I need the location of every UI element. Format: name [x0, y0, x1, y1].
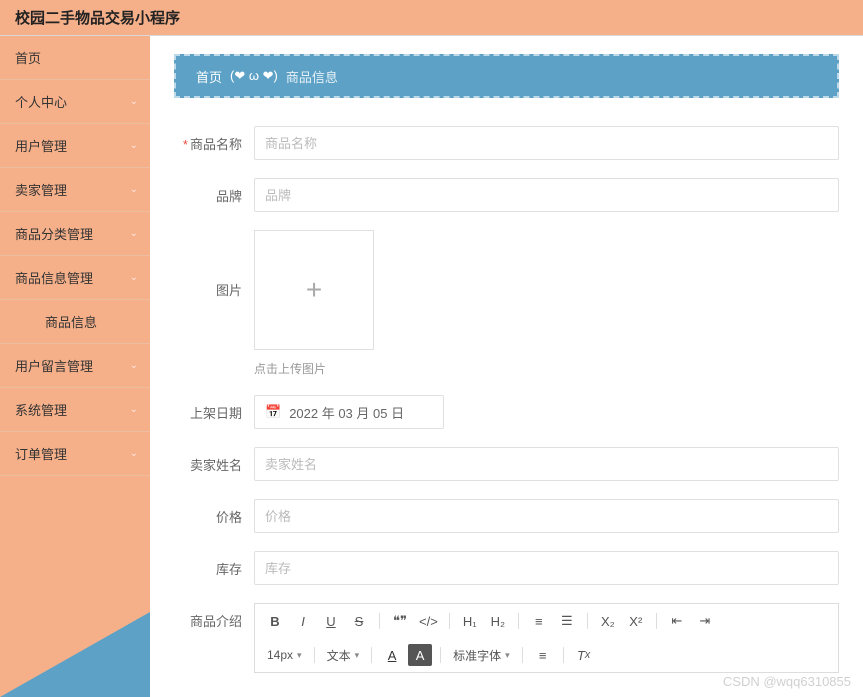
sidebar-item-system-mgmt[interactable]: 系统管理 ⌄	[0, 388, 150, 432]
form-row-stock: 库存	[174, 551, 839, 585]
sidebar-item-label: 商品分类管理	[15, 224, 93, 243]
form-row-image: 图片 + 点击上传图片	[174, 230, 839, 377]
name-input[interactable]	[254, 126, 839, 160]
app-title: 校园二手物品交易小程序	[15, 7, 180, 28]
sidebar-item-label: 订单管理	[15, 444, 67, 463]
sidebar-item-message-mgmt[interactable]: 用户留言管理 ⌄	[0, 344, 150, 388]
editor-toolbar: B I U S ❝❞ </> H₁ H₂ ≡ ☰ X₂ X²	[254, 603, 839, 673]
chevron-down-icon: ⌄	[130, 140, 138, 151]
label-intro: 商品介绍	[174, 603, 254, 630]
sidebar-item-home[interactable]: 首页	[0, 36, 150, 80]
align-left-button[interactable]: ≡	[531, 644, 555, 666]
chevron-down-icon: ⌄	[130, 360, 138, 371]
label-image: 图片	[174, 230, 254, 299]
separator	[563, 647, 564, 663]
label-stock: 库存	[174, 551, 254, 578]
sidebar-item-category-mgmt[interactable]: 商品分类管理 ⌄	[0, 212, 150, 256]
stock-input[interactable]	[254, 551, 839, 585]
sidebar-item-label: 商品信息管理	[15, 268, 93, 287]
breadcrumb: 首页 (❤ ω ❤) 商品信息	[174, 54, 839, 98]
indent-button[interactable]: ⇤	[665, 610, 689, 632]
sidebar-item-product-info[interactable]: 商品信息	[0, 300, 150, 344]
breadcrumb-emoji: (❤ ω ❤)	[230, 68, 278, 84]
sidebar-item-label: 用户留言管理	[15, 356, 93, 375]
plus-icon: +	[306, 274, 322, 306]
sidebar-item-label: 系统管理	[15, 400, 67, 419]
code-button[interactable]: </>	[416, 610, 441, 632]
unordered-list-button[interactable]: ☰	[555, 610, 579, 632]
label-name: *商品名称	[174, 126, 254, 153]
image-upload-box[interactable]: +	[254, 230, 374, 350]
sidebar-item-seller-mgmt[interactable]: 卖家管理 ⌄	[0, 168, 150, 212]
form-row-price: 价格	[174, 499, 839, 533]
italic-button[interactable]: I	[291, 610, 315, 632]
quote-button[interactable]: ❝❞	[388, 610, 412, 632]
chevron-down-icon: ⌄	[130, 448, 138, 459]
chevron-down-icon: ⌄	[130, 404, 138, 415]
font-family-select[interactable]: 标准字体▾	[449, 647, 514, 664]
sidebar: 首页 个人中心 ⌄ 用户管理 ⌄ 卖家管理 ⌄ 商品分类管理 ⌄ 商品信息管理 …	[0, 36, 150, 697]
outdent-button[interactable]: ⇥	[693, 610, 717, 632]
chevron-down-icon: ⌄	[130, 272, 138, 283]
fontsize-select[interactable]: 14px▾	[263, 648, 306, 662]
separator	[587, 613, 588, 629]
separator	[522, 647, 523, 663]
app-header: 校园二手物品交易小程序	[0, 0, 863, 36]
label-date: 上架日期	[174, 395, 254, 422]
separator	[518, 613, 519, 629]
bg-color-button[interactable]: A	[408, 644, 432, 666]
bold-button[interactable]: B	[263, 610, 287, 632]
strikethrough-button[interactable]: S	[347, 610, 371, 632]
date-value: 2022 年 03 月 05 日	[289, 403, 404, 422]
chevron-down-icon: ⌄	[130, 96, 138, 107]
ordered-list-button[interactable]: ≡	[527, 610, 551, 632]
sidebar-item-user-mgmt[interactable]: 用户管理 ⌄	[0, 124, 150, 168]
h1-button[interactable]: H₁	[458, 610, 482, 632]
underline-button[interactable]: U	[319, 610, 343, 632]
separator	[314, 647, 315, 663]
sidebar-decoration-triangle	[0, 612, 150, 697]
sidebar-item-label: 首页	[15, 48, 41, 67]
sidebar-item-label: 用户管理	[15, 136, 67, 155]
h2-button[interactable]: H₂	[486, 610, 510, 632]
form-row-seller: 卖家姓名	[174, 447, 839, 481]
sidebar-item-label: 商品信息	[45, 312, 97, 331]
label-seller: 卖家姓名	[174, 447, 254, 474]
label-brand: 品牌	[174, 178, 254, 205]
separator	[371, 647, 372, 663]
font-color-button[interactable]: A	[380, 644, 404, 666]
chevron-down-icon: ⌄	[130, 228, 138, 239]
form-row-name: *商品名称	[174, 126, 839, 160]
chevron-down-icon: ⌄	[130, 184, 138, 195]
sidebar-item-label: 个人中心	[15, 92, 67, 111]
separator	[440, 647, 441, 663]
subscript-button[interactable]: X₂	[596, 610, 620, 632]
label-price: 价格	[174, 499, 254, 526]
separator	[656, 613, 657, 629]
text-type-select[interactable]: 文本▾	[323, 647, 364, 664]
sidebar-item-product-info-mgmt[interactable]: 商品信息管理 ⌄	[0, 256, 150, 300]
separator	[449, 613, 450, 629]
superscript-button[interactable]: X²	[624, 610, 648, 632]
separator	[379, 613, 380, 629]
upload-hint: 点击上传图片	[254, 360, 839, 377]
sidebar-item-label: 卖家管理	[15, 180, 67, 199]
seller-input[interactable]	[254, 447, 839, 481]
date-input[interactable]: 📅 2022 年 03 月 05 日	[254, 395, 444, 429]
sidebar-item-order-mgmt[interactable]: 订单管理 ⌄	[0, 432, 150, 476]
form-row-date: 上架日期 📅 2022 年 03 月 05 日	[174, 395, 839, 429]
watermark: CSDN @wqq6310855	[723, 674, 851, 689]
form-row-brand: 品牌	[174, 178, 839, 212]
breadcrumb-home[interactable]: 首页	[196, 67, 222, 86]
sidebar-item-profile[interactable]: 个人中心 ⌄	[0, 80, 150, 124]
clear-format-button[interactable]: Tx	[572, 644, 596, 666]
main-content: 首页 (❤ ω ❤) 商品信息 *商品名称 品牌 图片 + 点击上传图片 上架日…	[150, 36, 863, 697]
brand-input[interactable]	[254, 178, 839, 212]
calendar-icon: 📅	[265, 404, 281, 420]
breadcrumb-current: 商品信息	[286, 67, 338, 86]
price-input[interactable]	[254, 499, 839, 533]
form-row-intro: 商品介绍 B I U S ❝❞ </> H₁ H₂ ≡ ☰	[174, 603, 839, 673]
